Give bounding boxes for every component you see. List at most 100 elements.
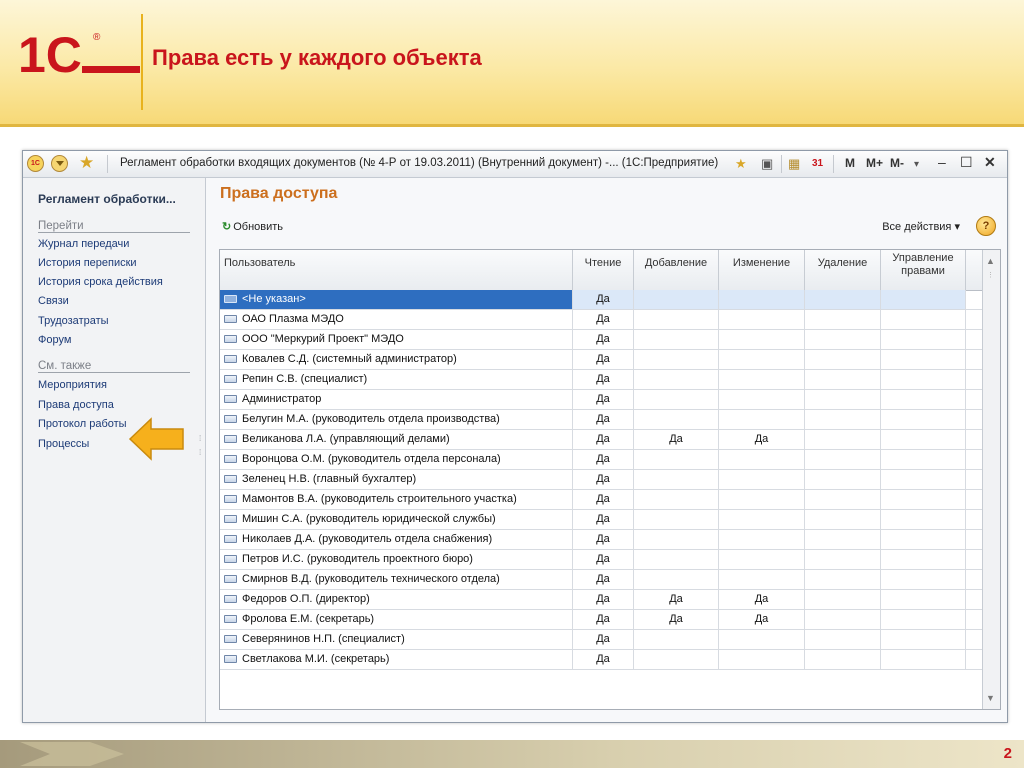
cell-edit[interactable]	[719, 570, 805, 589]
cell-read[interactable]: Да	[573, 590, 634, 609]
cell-add[interactable]	[634, 570, 719, 589]
cell-read[interactable]: Да	[573, 430, 634, 449]
cell-edit[interactable]	[719, 450, 805, 469]
cell-delete[interactable]	[805, 550, 881, 569]
column-header-user[interactable]: Пользователь	[220, 250, 573, 290]
cell-manage-rights[interactable]	[881, 610, 966, 629]
cell-manage-rights[interactable]	[881, 590, 966, 609]
calculator-icon[interactable]: ▦	[788, 156, 800, 172]
cell-add[interactable]	[634, 630, 719, 649]
table-row[interactable]: Николаев Д.А. (руководитель отдела снабж…	[220, 530, 982, 550]
column-header-read[interactable]: Чтение	[573, 250, 634, 290]
nav-item-processes[interactable]: Процессы	[38, 438, 89, 450]
cell-manage-rights[interactable]	[881, 450, 966, 469]
cell-manage-rights[interactable]	[881, 310, 966, 329]
cell-edit[interactable]	[719, 330, 805, 349]
refresh-button[interactable]: ↻ Обновить	[222, 220, 283, 233]
cell-read[interactable]: Да	[573, 650, 634, 669]
cell-read[interactable]: Да	[573, 570, 634, 589]
column-header-delete[interactable]: Удаление	[805, 250, 881, 290]
table-row[interactable]: Северянинов Н.П. (специалист) Да	[220, 630, 982, 650]
table-row[interactable]: Ковалев С.Д. (системный администратор) Да	[220, 350, 982, 370]
cell-delete[interactable]	[805, 290, 881, 309]
cell-user[interactable]: Смирнов В.Д. (руководитель технического …	[220, 570, 573, 589]
cell-user[interactable]: Мамонтов В.А. (руководитель строительног…	[220, 490, 573, 509]
cell-add[interactable]	[634, 550, 719, 569]
cell-manage-rights[interactable]	[881, 490, 966, 509]
cell-manage-rights[interactable]	[881, 330, 966, 349]
cell-edit[interactable]	[719, 350, 805, 369]
cell-read[interactable]: Да	[573, 410, 634, 429]
cell-manage-rights[interactable]	[881, 550, 966, 569]
cell-manage-rights[interactable]	[881, 350, 966, 369]
table-row[interactable]: <Не указан> Да	[220, 290, 982, 310]
table-row[interactable]: Администратор Да	[220, 390, 982, 410]
table-row[interactable]: Светлакова М.И. (секретарь) Да	[220, 650, 982, 670]
cell-read[interactable]: Да	[573, 470, 634, 489]
cell-add[interactable]	[634, 390, 719, 409]
memory-plus-button[interactable]: M+	[866, 156, 883, 170]
cell-read[interactable]: Да	[573, 330, 634, 349]
cell-add[interactable]	[634, 530, 719, 549]
1c-logo-icon[interactable]: 1С	[27, 155, 44, 172]
cell-add[interactable]	[634, 650, 719, 669]
cell-add[interactable]: Да	[634, 610, 719, 629]
cell-add[interactable]	[634, 450, 719, 469]
scroll-up-icon[interactable]: ▲	[986, 256, 995, 266]
cell-read[interactable]: Да	[573, 450, 634, 469]
cell-add[interactable]: Да	[634, 590, 719, 609]
nav-item-labor-costs[interactable]: Трудозатраты	[38, 315, 109, 327]
cell-user[interactable]: Белугин М.А. (руководитель отдела произв…	[220, 410, 573, 429]
memory-minus-button[interactable]: M-	[890, 156, 904, 170]
cell-edit[interactable]	[719, 490, 805, 509]
cell-add[interactable]	[634, 490, 719, 509]
memory-m-button[interactable]: M	[845, 156, 855, 170]
table-row[interactable]: Белугин М.А. (руководитель отдела произв…	[220, 410, 982, 430]
cell-read[interactable]: Да	[573, 370, 634, 389]
nav-item-transfer-log[interactable]: Журнал передачи	[38, 238, 129, 250]
cell-manage-rights[interactable]	[881, 510, 966, 529]
cell-edit[interactable]	[719, 530, 805, 549]
cell-read[interactable]: Да	[573, 310, 634, 329]
nav-item-work-log[interactable]: Протокол работы	[38, 418, 127, 430]
close-icon[interactable]: ✕	[984, 154, 996, 171]
cell-delete[interactable]	[805, 330, 881, 349]
cell-delete[interactable]	[805, 430, 881, 449]
cell-manage-rights[interactable]	[881, 370, 966, 389]
favorite-star-icon[interactable]: ★	[79, 153, 94, 173]
cell-user[interactable]: Светлакова М.И. (секретарь)	[220, 650, 573, 669]
scroll-grip-icon[interactable]: ⋮	[987, 271, 994, 279]
cell-edit[interactable]	[719, 410, 805, 429]
nav-item-forum[interactable]: Форум	[38, 334, 71, 346]
table-row[interactable]: ОАО Плазма МЭДО Да	[220, 310, 982, 330]
vertical-scrollbar[interactable]: ▲ ⋮ ▼	[982, 250, 1000, 709]
cell-edit[interactable]	[719, 370, 805, 389]
table-row[interactable]: Фролова Е.М. (секретарь) Да Да Да	[220, 610, 982, 630]
cell-delete[interactable]	[805, 510, 881, 529]
cell-add[interactable]	[634, 510, 719, 529]
cell-read[interactable]: Да	[573, 290, 634, 309]
cell-read[interactable]: Да	[573, 630, 634, 649]
cell-edit[interactable]: Да	[719, 610, 805, 629]
table-row[interactable]: Мамонтов В.А. (руководитель строительног…	[220, 490, 982, 510]
cell-user[interactable]: Петров И.С. (руководитель проектного бюр…	[220, 550, 573, 569]
cell-read[interactable]: Да	[573, 610, 634, 629]
cell-delete[interactable]	[805, 570, 881, 589]
cell-user[interactable]: Администратор	[220, 390, 573, 409]
table-row[interactable]: Репин С.В. (специалист) Да	[220, 370, 982, 390]
cell-user[interactable]: Северянинов Н.П. (специалист)	[220, 630, 573, 649]
cell-edit[interactable]	[719, 630, 805, 649]
cell-edit[interactable]	[719, 650, 805, 669]
cell-manage-rights[interactable]	[881, 630, 966, 649]
cell-read[interactable]: Да	[573, 350, 634, 369]
cell-user[interactable]: Федоров О.П. (директор)	[220, 590, 573, 609]
table-row[interactable]: Федоров О.П. (директор) Да Да Да	[220, 590, 982, 610]
cell-read[interactable]: Да	[573, 550, 634, 569]
cell-add[interactable]	[634, 290, 719, 309]
all-actions-button[interactable]: Все действия ▾	[882, 220, 960, 233]
cell-manage-rights[interactable]	[881, 530, 966, 549]
cell-edit[interactable]	[719, 290, 805, 309]
print-icon[interactable]: ▣	[761, 156, 773, 172]
panel-resize-grip-icon[interactable]: ⁞	[199, 448, 201, 457]
cell-delete[interactable]	[805, 490, 881, 509]
